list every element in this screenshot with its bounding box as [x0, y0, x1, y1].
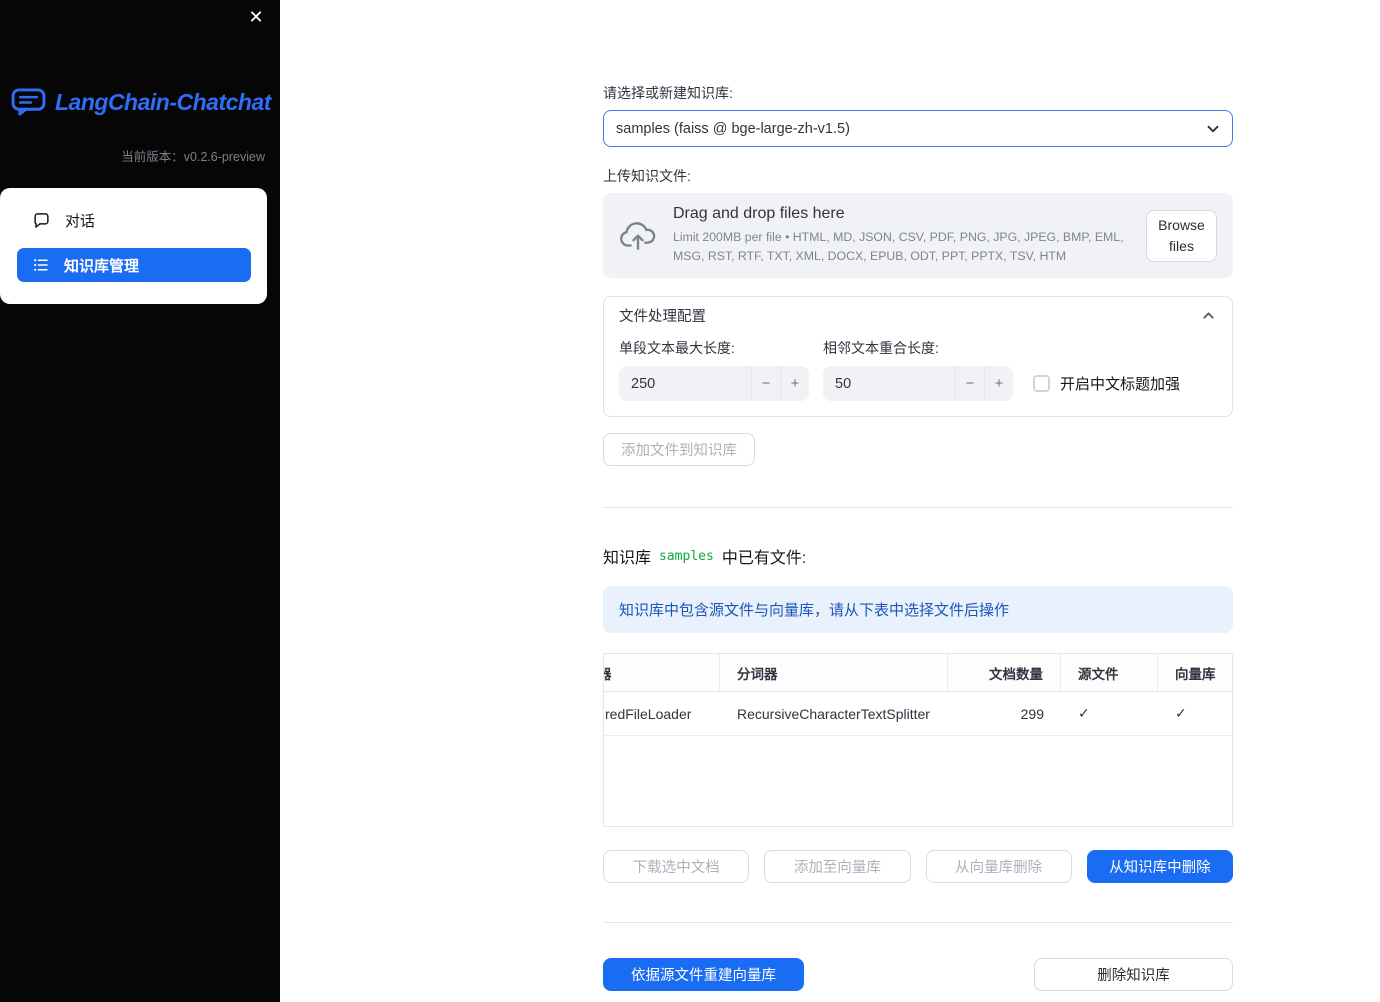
plus-stepper-button[interactable]: +	[984, 366, 1013, 401]
close-icon[interactable]: ✕	[244, 5, 268, 29]
sidebar-menu: 对话 知识库管理	[0, 188, 267, 304]
plus-stepper-button[interactable]: +	[780, 366, 809, 401]
download-selected-button[interactable]: 下载选中文档	[603, 850, 750, 883]
kb-level-buttons: 依据源文件重建向量库 删除知识库	[603, 958, 1233, 991]
cell-splitter: RecursiveCharacterTextSplitter	[737, 705, 930, 722]
rebuild-vector-store-button[interactable]: 依据源文件重建向量库	[603, 958, 804, 991]
file-action-buttons: 下载选中文档 添加至向量库 从向量库删除 从知识库中删除	[603, 850, 1233, 883]
kb-name-code: samples	[659, 548, 714, 564]
kb-select-label: 请选择或新建知识库:	[603, 85, 733, 101]
list-icon	[33, 257, 49, 273]
kb-files-table: 器 分词器 文档数量 源文件 向量库 redFileLoader Recursi…	[603, 653, 1233, 827]
info-message-text: 知识库中包含源文件与向量库，请从下表中选择文件后操作	[619, 602, 1010, 619]
delete-kb-button[interactable]: 删除知识库	[1034, 958, 1233, 991]
app-logo: LangChain-Chatchat	[0, 88, 280, 116]
cloud-upload-icon	[619, 221, 657, 251]
cell-doc-count: 299	[1020, 705, 1044, 722]
sidebar-item-label: 知识库管理	[64, 257, 140, 275]
divider	[603, 507, 1233, 508]
info-message: 知识库中包含源文件与向量库，请从下表中选择文件后操作	[603, 586, 1233, 633]
kb-select-value: samples (faiss @ bge-large-zh-v1.5)	[616, 120, 850, 137]
dropzone-title: Drag and drop files here	[673, 204, 845, 222]
add-to-vector-store-button[interactable]: 添加至向量库	[764, 850, 911, 883]
kb-files-heading: 知识库 samples 中已有文件:	[603, 544, 1233, 568]
dropzone-limits: Limit 200MB per file • HTML, MD, JSON, C…	[673, 229, 1124, 263]
chunk-size-value: 250	[631, 375, 656, 392]
cell-source-file-check: ✓	[1078, 705, 1090, 721]
version-label: 当前版本：v0.2.6-preview	[121, 150, 265, 164]
file-config-expander: 文件处理配置 单段文本最大长度: 250 − + 相邻文本重合长度: 50 − …	[603, 296, 1233, 417]
chevron-up-icon	[1200, 307, 1217, 324]
column-header-splitter[interactable]: 分词器	[720, 654, 948, 691]
expander-title: 文件处理配置	[619, 309, 706, 325]
main-area: 请选择或新建知识库: samples (faiss @ bge-large-zh…	[280, 0, 1380, 1002]
kb-files-prefix: 知识库	[603, 550, 652, 567]
delete-from-vector-store-button[interactable]: 从向量库删除	[925, 850, 1072, 883]
chat-icon	[33, 212, 50, 229]
minus-stepper-button[interactable]: −	[751, 366, 780, 401]
upload-label: 上传知识文件:	[603, 168, 691, 184]
column-header-doc-count[interactable]: 文档数量	[948, 654, 1061, 691]
chat-bubble-logo-icon	[11, 88, 46, 116]
add-files-to-kb-button[interactable]: 添加文件到知识库	[603, 433, 755, 466]
sidebar-item-knowledge-base[interactable]: 知识库管理	[17, 248, 251, 282]
overlap-size-input[interactable]: 50 − +	[823, 366, 1013, 401]
table-row[interactable]: redFileLoader RecursiveCharacterTextSpli…	[604, 692, 1232, 736]
checkbox-label: 开启中文标题加强	[1060, 376, 1181, 393]
overlap-size-value: 50	[835, 375, 852, 392]
browse-files-button[interactable]: Browse files	[1146, 209, 1217, 262]
column-header-vector-store[interactable]: 向量库	[1158, 654, 1232, 691]
overlap-size-label: 相邻文本重合长度:	[823, 340, 939, 356]
chunk-size-input[interactable]: 250 − +	[619, 366, 809, 401]
column-header-source-file[interactable]: 源文件	[1061, 654, 1158, 691]
column-header-loader[interactable]: 器	[604, 654, 720, 691]
chunk-size-label: 单段文本最大长度:	[619, 340, 735, 356]
app-title: LangChain-Chatchat	[55, 88, 271, 115]
sidebar-item-dialogue[interactable]: 对话	[0, 200, 267, 240]
sidebar-item-label: 对话	[65, 212, 96, 230]
zh-title-enhance-checkbox[interactable]: 开启中文标题加强	[1033, 366, 1180, 401]
expander-header[interactable]: 文件处理配置	[619, 297, 1217, 334]
delete-from-kb-button[interactable]: 从知识库中删除	[1086, 850, 1233, 883]
table-header-row: 器 分词器 文档数量 源文件 向量库	[604, 654, 1232, 692]
file-dropzone[interactable]: Drag and drop files here Limit 200MB per…	[603, 193, 1233, 278]
cell-vector-store-check: ✓	[1175, 705, 1187, 721]
kb-files-suffix: 中已有文件:	[721, 550, 807, 567]
dropzone-text: Drag and drop files here Limit 200MB per…	[673, 205, 1130, 266]
cell-loader: redFileLoader	[605, 705, 692, 722]
sidebar: ✕ LangChain-Chatchat 当前版本：v0.2.6-preview…	[0, 0, 280, 1002]
checkbox-icon	[1033, 375, 1050, 392]
kb-select[interactable]: samples (faiss @ bge-large-zh-v1.5)	[603, 110, 1233, 147]
minus-stepper-button[interactable]: −	[955, 366, 984, 401]
chevron-down-icon	[1204, 120, 1222, 138]
divider	[603, 922, 1233, 923]
